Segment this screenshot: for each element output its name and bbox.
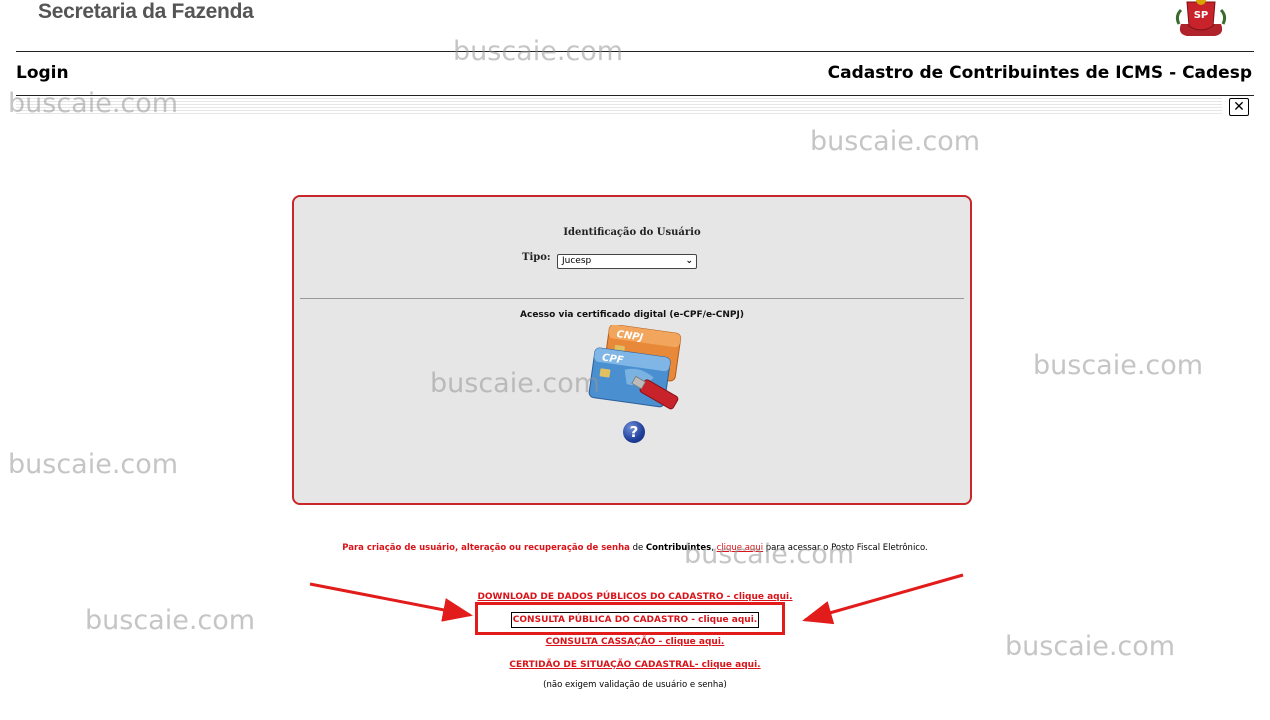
close-icon: ✕ (1233, 99, 1245, 115)
tipo-select-value: Jucesp (562, 256, 592, 266)
system-title: Cadastro de Contribuintes de ICMS - Cade… (827, 63, 1252, 83)
toolbar-strip (16, 98, 1222, 115)
account-info-line: Para criação de usuário, alteração ou re… (0, 543, 1270, 553)
certificate-access-title: Acesso via certificado digital (e-CPF/e-… (520, 310, 744, 320)
watermark: buscaie.com (453, 36, 624, 67)
watermark: buscaie.com (85, 605, 256, 636)
emblem-text: SP (1194, 10, 1209, 21)
help-icon[interactable]: ? (623, 421, 645, 443)
watermark: buscaie.com (8, 88, 179, 119)
footnote: (não exigem validação de usuário e senha… (543, 680, 727, 690)
panel-title: Identificação do Usuário (563, 227, 701, 238)
header-rule-top (16, 51, 1254, 52)
panel-divider (300, 298, 964, 299)
watermark: buscaie.com (430, 368, 601, 399)
header-rule-bottom (16, 95, 1254, 96)
chevron-down-icon: ⌄ (685, 256, 693, 266)
info-red-text: Para criação de usuário, alteração ou re… (342, 543, 630, 553)
watermark: buscaie.com (684, 539, 855, 570)
sp-emblem-icon: SP (1175, 0, 1227, 36)
close-button[interactable]: ✕ (1229, 98, 1249, 116)
login-panel: Identificação do Usuário Tipo: Jucesp ⌄ … (292, 195, 972, 505)
info-mid-text: de (629, 543, 646, 553)
brand-title: Secretaria da Fazenda (38, 0, 254, 23)
watermark: buscaie.com (8, 449, 179, 480)
watermark: buscaie.com (1033, 350, 1204, 381)
annotation-highlight-box (475, 602, 785, 635)
tipo-label: Tipo: (522, 252, 551, 263)
tipo-select[interactable]: Jucesp ⌄ (557, 254, 697, 269)
watermark: buscaie.com (1005, 631, 1176, 662)
watermark: buscaie.com (810, 126, 981, 157)
login-heading: Login (16, 63, 69, 83)
